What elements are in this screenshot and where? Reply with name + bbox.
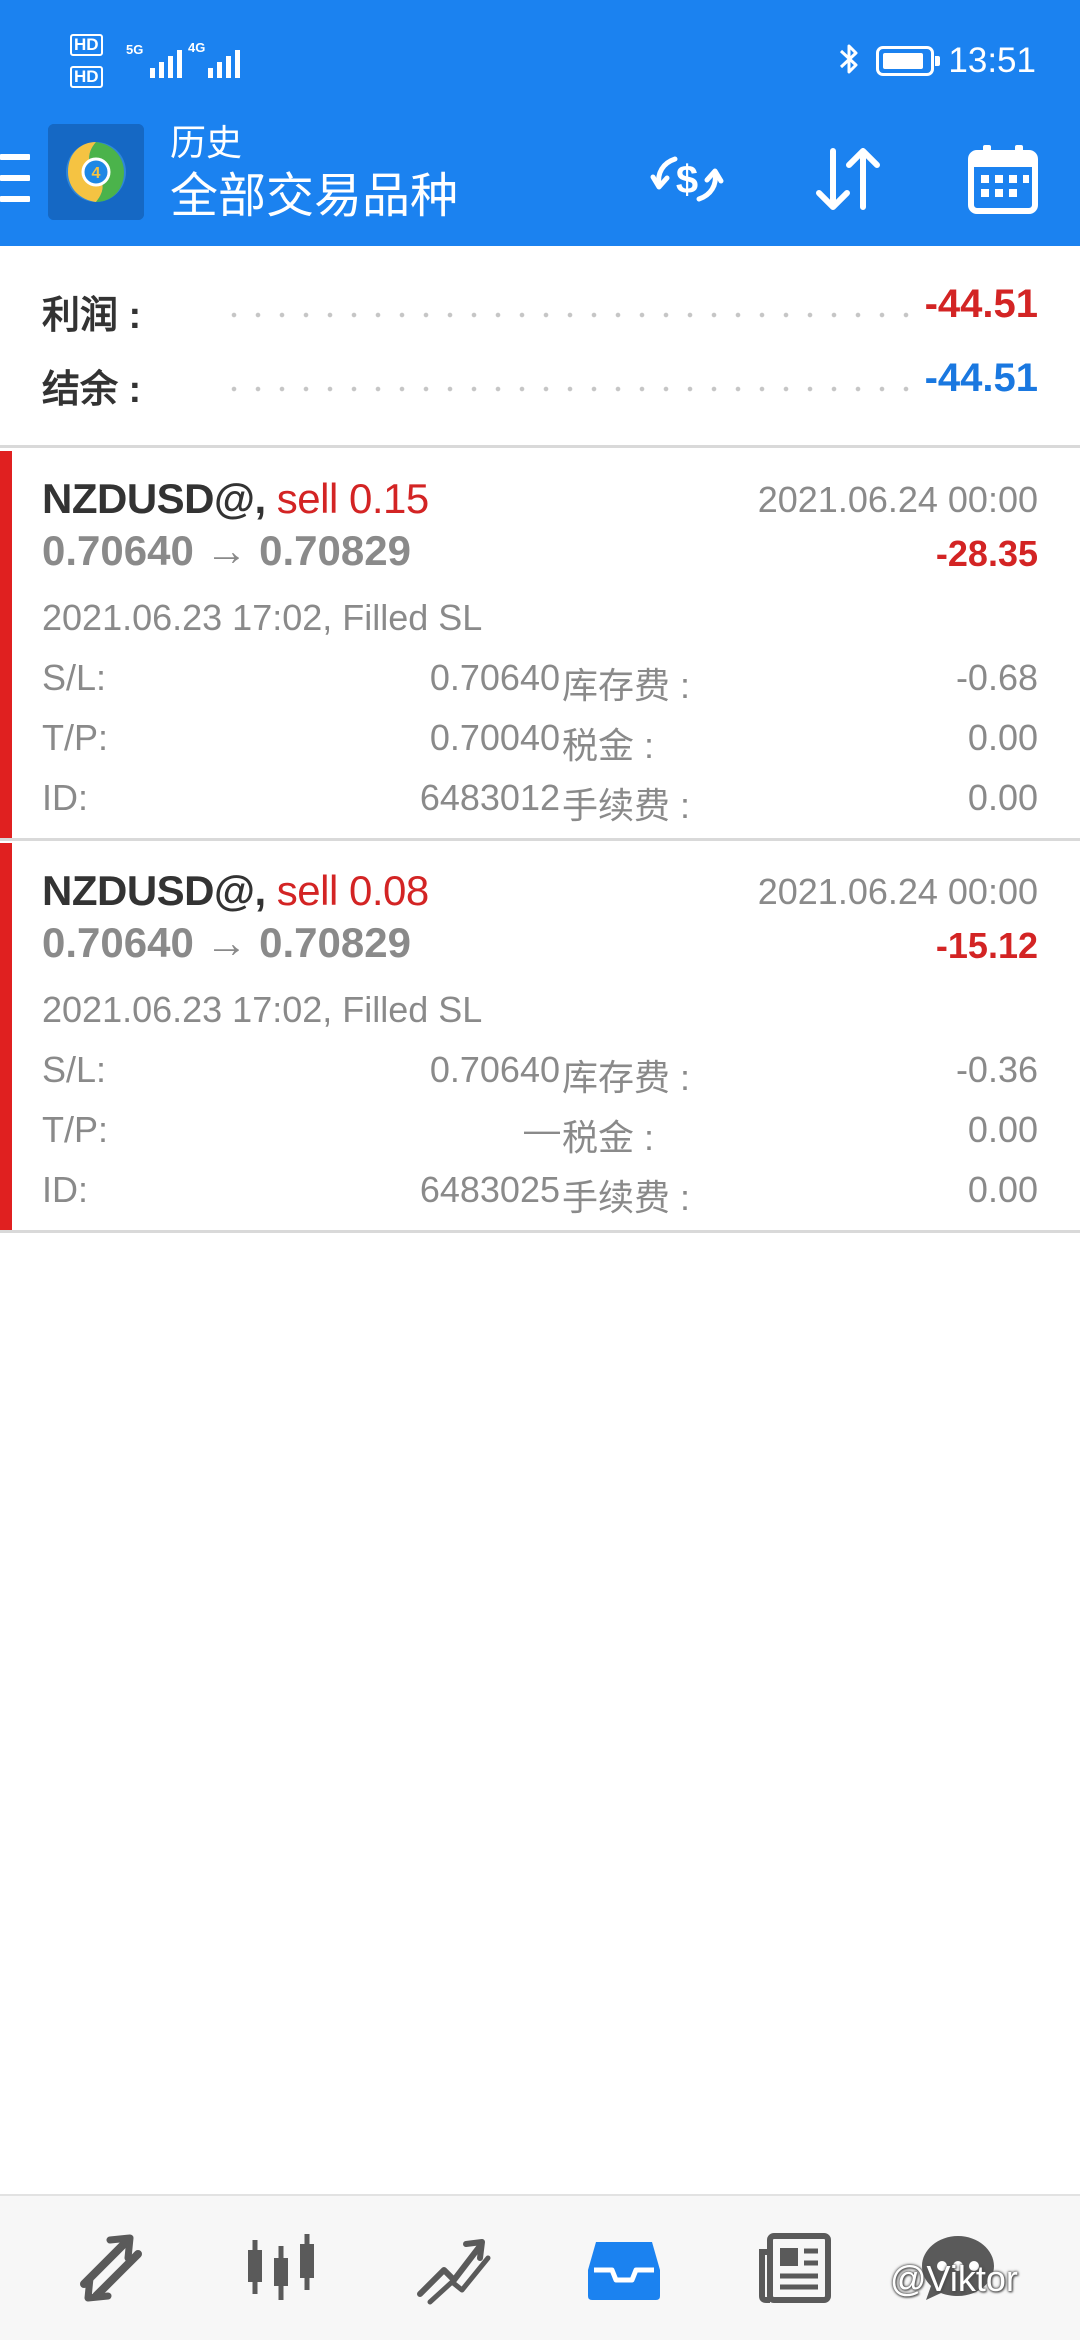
deal-symbol-name: NZDUSD@, — [42, 475, 266, 522]
sl-value: 0.70640 — [429, 657, 560, 698]
deal-detail-row: ID: 6483012 手续费 : 0.00 — [42, 777, 1038, 829]
network-type-label: 4G — [188, 40, 206, 55]
deal-open-info: 2021.06.23 17:02, Filled SL — [42, 989, 483, 1030]
app-bar: 4 历史 全部交易品种 $ — [0, 120, 1080, 246]
app-root: HD HD 5G 4G 13:51 4 历史 全部交易品种 $ 利润: -44… — [0, 0, 1080, 2340]
profit-label: 利润 : — [42, 295, 142, 337]
fee-value: 0.00 — [967, 777, 1038, 818]
sort-icon[interactable] — [802, 134, 892, 224]
svg-text:$: $ — [676, 158, 698, 202]
summary-panel: 利润 : -44.51 结余 : -44.51 — [0, 246, 1080, 448]
svg-text:4: 4 — [92, 165, 101, 182]
deal-marker — [0, 451, 12, 838]
chart-icon[interactable] — [402, 2218, 502, 2318]
swap-label: 库存费 : — [562, 1057, 691, 1098]
dotted-leader — [222, 312, 922, 318]
deal-prices: 0.70640 → 0.70829 — [42, 527, 411, 574]
tax-label: 税金 : — [562, 725, 655, 766]
news-icon[interactable] — [746, 2218, 846, 2318]
metatrader-logo[interactable]: 4 — [48, 124, 144, 220]
status-bar: HD HD 5G 4G 13:51 — [0, 0, 1080, 120]
deal-close-time: 2021.06.24 00:00 — [757, 871, 1038, 912]
swap-label: 库存费 : — [562, 665, 691, 706]
page-title: 历史 — [170, 122, 243, 163]
deal-detail-row: T/P: 0.70040 税金 : 0.00 — [42, 717, 1038, 769]
bluetooth-icon — [836, 41, 862, 82]
id-value: 6483025 — [419, 1169, 560, 1210]
hd-badge: HD — [70, 66, 103, 88]
deal-side: sell 0.08 — [276, 867, 429, 914]
fee-label: 手续费 : — [562, 1177, 691, 1218]
profit-row: 利润 : -44.51 — [42, 278, 1038, 338]
deal-item[interactable]: NZDUSD@, sell 0.08 2021.06.24 00:00 0.70… — [0, 843, 1080, 1233]
balance-label: 结余 : — [42, 369, 142, 411]
status-time: 13:51 — [948, 41, 1036, 80]
trade-icon[interactable] — [60, 2218, 160, 2318]
deal-side: sell 0.15 — [276, 475, 429, 522]
page-title-block: 历史 全部交易品种 — [170, 120, 458, 228]
history-icon[interactable] — [574, 2218, 674, 2318]
symbol-filter[interactable]: 全部交易品种 — [170, 166, 458, 228]
deal-detail-row: S/L: 0.70640 库存费 : -0.68 — [42, 657, 1038, 709]
balance-value: -44.51 — [924, 356, 1038, 400]
calendar-icon[interactable] — [958, 134, 1048, 224]
watermark: @Viktor — [890, 2258, 1018, 2299]
menu-icon[interactable] — [0, 150, 32, 206]
fee-value: 0.00 — [967, 1169, 1038, 1210]
tax-label: 税金 : — [562, 1117, 655, 1158]
hd-badge: HD — [70, 34, 103, 56]
deal-close-time: 2021.06.24 00:00 — [757, 479, 1038, 520]
deal-symbol: NZDUSD@, sell 0.15 — [42, 475, 429, 523]
status-right: 13:51 — [836, 38, 1036, 84]
network-type-label: 5G — [126, 42, 144, 57]
tp-value: — — [524, 1109, 560, 1150]
deal-detail-row: S/L: 0.70640 库存费 : -0.36 — [42, 1049, 1038, 1101]
deal-symbol-name: NZDUSD@, — [42, 867, 266, 914]
header: HD HD 5G 4G 13:51 4 历史 全部交易品种 $ — [0, 0, 1080, 246]
battery-icon — [876, 46, 941, 76]
fee-label: 手续费 : — [562, 785, 691, 826]
dotted-leader — [222, 386, 922, 392]
id-label: ID: — [42, 1169, 89, 1210]
swap-value: -0.36 — [955, 1049, 1038, 1090]
id-label: ID: — [42, 777, 89, 818]
deal-profit: -15.12 — [935, 925, 1038, 966]
tp-label: T/P: — [42, 717, 109, 758]
tp-label: T/P: — [42, 1109, 109, 1150]
deal-symbol: NZDUSD@, sell 0.08 — [42, 867, 429, 915]
tax-value: 0.00 — [967, 717, 1038, 758]
signal-icon — [150, 44, 182, 78]
tp-value: 0.70040 — [429, 717, 560, 758]
swap-value: -0.68 — [955, 657, 1038, 698]
deal-detail-row: ID: 6483025 手续费 : 0.00 — [42, 1169, 1038, 1221]
deal-marker — [0, 843, 12, 1230]
sl-value: 0.70640 — [429, 1049, 560, 1090]
balance-row: 结余 : -44.51 — [42, 352, 1038, 412]
id-value: 6483012 — [419, 777, 560, 818]
signal-icon — [208, 44, 240, 78]
deal-detail-row: T/P: — 税金 : 0.00 — [42, 1109, 1038, 1161]
currency-exchange-icon[interactable]: $ — [642, 134, 732, 224]
sl-label: S/L: — [42, 657, 107, 698]
deal-profit: -28.35 — [935, 533, 1038, 574]
profit-value: -44.51 — [924, 282, 1038, 326]
sl-label: S/L: — [42, 1049, 107, 1090]
deal-prices: 0.70640 → 0.70829 — [42, 919, 411, 966]
network-indicators: HD HD 5G 4G — [70, 32, 250, 92]
tax-value: 0.00 — [967, 1109, 1038, 1150]
deal-item[interactable]: NZDUSD@, sell 0.15 2021.06.24 00:00 0.70… — [0, 451, 1080, 841]
deal-open-info: 2021.06.23 17:02, Filled SL — [42, 597, 483, 638]
quotes-icon[interactable] — [232, 2218, 332, 2318]
